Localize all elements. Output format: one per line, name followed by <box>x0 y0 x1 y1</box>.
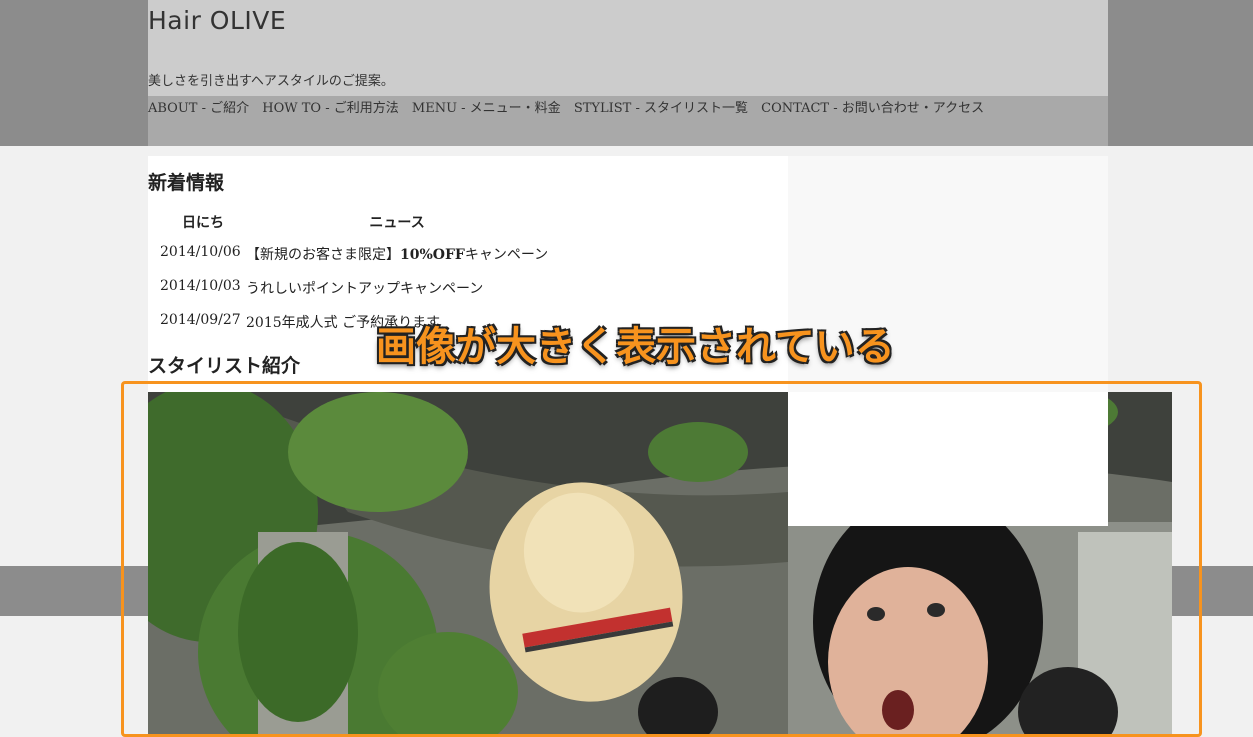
news-date: 2014/10/03 <box>160 278 241 294</box>
news-text-part: ポイントアップキャンペーン <box>302 281 484 297</box>
news-date: 2014/09/27 <box>160 312 241 328</box>
news-text[interactable]: 【新規のお客さま限定】10%OFFキャンペーン <box>246 244 548 278</box>
nav-item-howto[interactable]: HOW TO - ご利用方法 <box>262 101 398 116</box>
stylist-heading: スタイリスト紹介 <box>148 355 301 377</box>
news-table-header: 日にち ニュース <box>160 212 548 244</box>
news-date: 2014/10/06 <box>160 244 241 260</box>
nav-item-stylist[interactable]: STYLIST - スタイリスト一覧 <box>574 101 748 116</box>
annotation-highlight-box <box>121 381 1202 737</box>
nav-item-contact[interactable]: CONTACT - お問い合わせ・アクセス <box>761 101 984 116</box>
news-text-bold: 10%OFF <box>400 247 465 263</box>
news-col-news: ニュース <box>369 215 425 231</box>
news-text[interactable]: うれしいポイントアップキャンペーン <box>246 278 548 312</box>
site-tagline: 美しさを引き出すヘアスタイルのご提案。 <box>148 74 394 89</box>
news-row: 2014/10/03 うれしいポイントアップキャンペーン <box>160 278 548 312</box>
news-text-part: 【新規のお客さま限定】 <box>246 247 400 263</box>
nav-item-about[interactable]: ABOUT - ご紹介 <box>148 101 249 116</box>
main-nav: ABOUT - ご紹介 HOW TO - ご利用方法 MENU - メニュー・料… <box>148 97 993 116</box>
nav-item-menu[interactable]: MENU - メニュー・料金 <box>412 101 561 116</box>
news-col-date: 日にち <box>182 215 224 231</box>
news-heading: 新着情報 <box>148 172 225 194</box>
annotation-label: 画像が大きく表示されている <box>376 324 895 370</box>
news-text-part: うれしい <box>246 281 302 297</box>
news-text-part: キャンペーン <box>464 247 549 263</box>
news-row: 2014/10/06 【新規のお客さま限定】10%OFFキャンペーン <box>160 244 548 278</box>
site-logo[interactable]: Hair OLIVE <box>148 6 286 35</box>
